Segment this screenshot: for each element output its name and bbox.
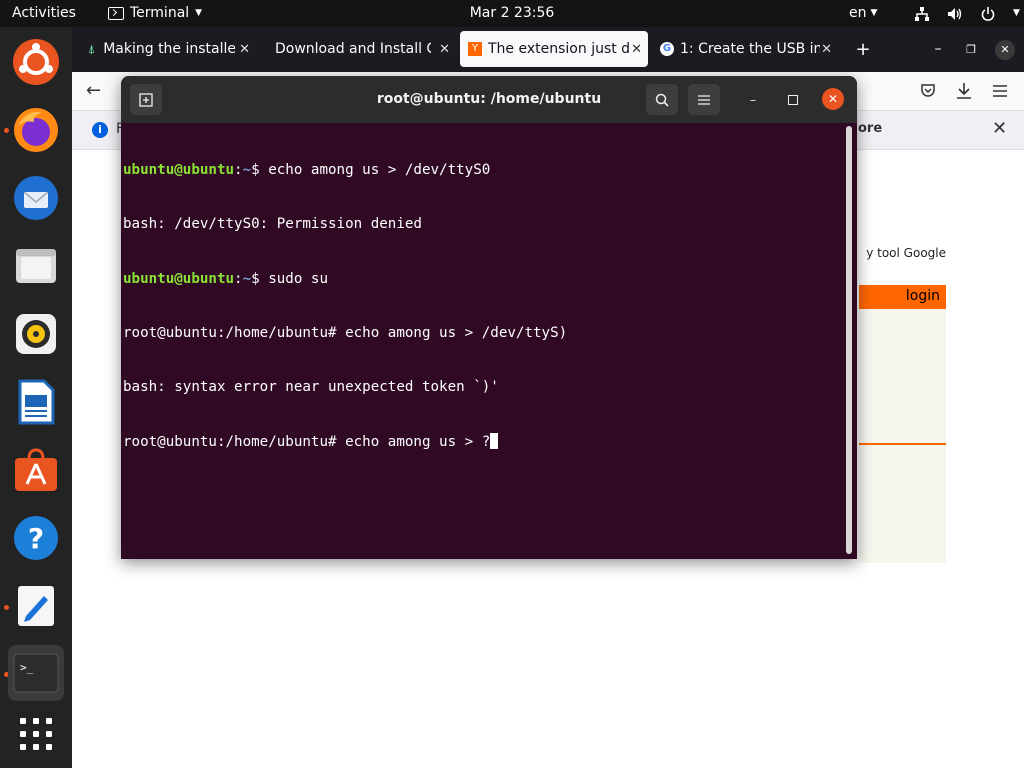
tab-making-installer[interactable]: ⍋ Making the installer ✕ <box>80 31 256 67</box>
system-menu[interactable]: ▼ <box>915 0 1020 27</box>
volume-icon <box>948 7 962 20</box>
hamburger-menu-button[interactable] <box>688 84 720 115</box>
info-bar-more[interactable]: ore <box>858 121 882 136</box>
text-editor-icon <box>18 586 54 626</box>
menu-icon[interactable] <box>992 84 1008 98</box>
tab-create-usb[interactable]: G 1: Create the USB ins ✕ <box>654 31 838 67</box>
firefox-icon <box>14 108 58 152</box>
terminal-icon: >_ <box>13 653 59 693</box>
close-icon[interactable]: ✕ <box>631 42 642 57</box>
svg-text:?: ? <box>28 522 44 555</box>
terminal-scrollbar[interactable] <box>846 126 852 554</box>
back-button[interactable]: ← <box>86 80 101 101</box>
files-icon <box>16 249 56 283</box>
page-snippet-text: y tool Google <box>866 246 946 260</box>
power-icon <box>981 6 995 21</box>
dock-terminal[interactable]: >_ <box>8 645 64 701</box>
dock-rhythmbox[interactable] <box>8 306 64 362</box>
tab-title: The extension just d <box>488 41 631 57</box>
terminal-line: bash: syntax error near unexpected token… <box>123 379 499 396</box>
writer-icon <box>18 379 55 425</box>
close-button[interactable]: ✕ <box>822 88 844 110</box>
terminal-output[interactable]: ubuntu@ubuntu:~$ echo among us > /dev/tt… <box>123 125 843 555</box>
minimize-button[interactable]: – <box>923 27 953 72</box>
tab-favicon-icon: Y <box>468 42 482 56</box>
terminal-line: bash: /dev/ttyS0: Permission denied <box>123 216 422 233</box>
language-label: en <box>849 5 867 21</box>
tab-title: Download and Install Cl <box>275 41 431 57</box>
thunderbird-icon <box>14 176 58 220</box>
download-icon[interactable] <box>956 82 972 100</box>
terminal-line: root@ubuntu:/home/ubuntu# echo among us … <box>123 432 843 451</box>
tab-bar: ⍋ Making the installer ✕ Download and In… <box>72 27 1024 72</box>
dock-writer[interactable] <box>8 374 64 430</box>
dock-ubuntu[interactable] <box>8 34 64 90</box>
pocket-icon[interactable] <box>920 83 936 99</box>
dock-thunderbird[interactable] <box>8 170 64 226</box>
chevron-down-icon: ▼ <box>870 8 878 18</box>
search-button[interactable] <box>646 84 678 115</box>
clock-label: Mar 2 23:56 <box>469 5 555 21</box>
menu-icon <box>698 94 710 105</box>
terminal-line: ubuntu@ubuntu:~$ sudo su <box>123 270 329 287</box>
terminal-line: ubuntu@ubuntu:~$ echo among us > /dev/tt… <box>123 162 491 179</box>
close-icon[interactable]: ✕ <box>439 42 450 57</box>
terminal-header[interactable]: root@ubuntu: /home/ubuntu – ✕ <box>121 76 857 123</box>
dock-firefox[interactable] <box>8 102 64 158</box>
dock-help[interactable]: ? <box>8 510 64 566</box>
maximize-button[interactable]: ❐ <box>956 27 986 72</box>
close-icon[interactable]: ✕ <box>239 42 250 57</box>
show-apps-icon <box>20 718 52 750</box>
dock-show-apps[interactable] <box>8 706 64 762</box>
dock-files[interactable] <box>8 238 64 294</box>
help-icon: ? <box>14 516 58 560</box>
close-icon[interactable]: ✕ <box>992 118 1007 139</box>
page-header-bar: login <box>859 285 946 309</box>
chevron-down-icon: ▼ <box>1013 8 1020 18</box>
new-tab-button[interactable]: + <box>848 27 878 72</box>
rhythmbox-icon <box>16 314 56 354</box>
dock: ? >_ <box>0 27 72 768</box>
software-store-icon <box>15 448 57 491</box>
tab-favicon-icon: ⍋ <box>88 41 96 56</box>
info-icon: i <box>92 122 108 138</box>
dock-text-editor[interactable] <box>8 578 64 634</box>
page-divider <box>859 443 946 445</box>
network-icon <box>915 6 929 21</box>
maximize-button[interactable] <box>782 89 804 111</box>
page-side-panel <box>859 285 946 563</box>
dock-software[interactable] <box>8 442 64 498</box>
ubuntu-logo-icon <box>13 39 59 85</box>
search-icon <box>655 93 669 107</box>
current-command: root@ubuntu:/home/ubuntu# echo among us … <box>123 433 491 450</box>
login-link[interactable]: login <box>906 288 940 304</box>
text-cursor <box>490 432 499 449</box>
minimize-button[interactable]: – <box>742 89 764 111</box>
language-menu[interactable]: en ▼ <box>849 0 877 27</box>
tab-title: 1: Create the USB ins <box>680 41 820 57</box>
top-bar: Activities Terminal ▼ Mar 2 23:56 en ▼ ▼ <box>0 0 1024 27</box>
google-icon: G <box>660 42 674 56</box>
close-icon[interactable]: ✕ <box>821 42 832 57</box>
tab-extension[interactable]: Y The extension just d ✕ <box>460 31 648 67</box>
terminal-line: root@ubuntu:/home/ubuntu# echo among us … <box>123 325 568 342</box>
close-window-button[interactable]: ✕ <box>990 27 1020 72</box>
svg-text:>_: >_ <box>20 661 34 674</box>
terminal-window[interactable]: root@ubuntu: /home/ubuntu – ✕ ubuntu@ubu… <box>121 76 857 559</box>
tab-download-install[interactable]: Download and Install Cl ✕ <box>268 31 456 67</box>
tab-title: Making the installer <box>103 41 236 57</box>
